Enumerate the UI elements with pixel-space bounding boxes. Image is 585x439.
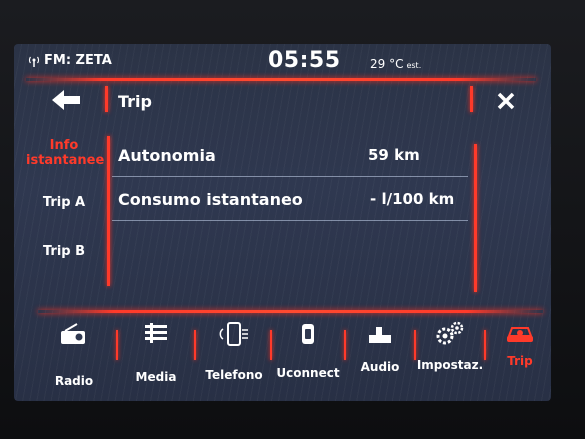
radio-status[interactable]: FM: ZETA [28, 53, 112, 68]
row-value-autonomia: 59 km [368, 146, 420, 164]
back-arrow-icon [52, 90, 80, 110]
antenna-icon [28, 56, 40, 67]
nav-label: Telefono [205, 368, 263, 382]
nav-label: Media [135, 370, 177, 384]
row-value-consumo: - l/100 km [370, 190, 455, 208]
nav-telefono[interactable]: Telefono [198, 318, 270, 398]
nav-label: Trip [507, 354, 533, 368]
nav-uconnect[interactable]: Uconnect [272, 318, 344, 398]
close-icon [497, 92, 515, 110]
nav-audio[interactable]: Audio [344, 318, 416, 398]
row-label-autonomia: Autonomia [118, 146, 216, 165]
status-divider [26, 78, 536, 81]
content-divider-right [474, 144, 477, 292]
nav-divider [38, 310, 543, 313]
nav-trip[interactable]: Trip [484, 318, 551, 398]
status-bar: FM: ZETA 05:55 29 °C est. [14, 44, 551, 78]
close-button[interactable] [493, 90, 519, 116]
temperature-note: est. [406, 61, 422, 70]
radio-station-label: FM: ZETA [44, 53, 112, 68]
nav-label: Uconnect [276, 366, 340, 380]
tab-trip-a[interactable]: Trip A [26, 195, 102, 210]
tab-trip-b[interactable]: Trip B [26, 244, 102, 259]
row-label-consumo: Consumo istantaneo [118, 190, 303, 209]
media-icon [145, 323, 167, 343]
nav-media[interactable]: Media [120, 318, 192, 398]
header-divider-right [470, 86, 473, 112]
clock: 05:55 [268, 48, 341, 73]
tab-label-line1: Info [49, 138, 79, 153]
page-title: Trip [118, 92, 152, 111]
nav-impostazioni[interactable]: Impostaz. [414, 318, 486, 398]
uconnect-icon [302, 324, 314, 344]
header-divider-left [105, 86, 108, 112]
row-divider [112, 176, 468, 177]
nav-label: Impostaz. [416, 358, 484, 372]
nav-radio[interactable]: Radio [38, 318, 110, 398]
tab-label: Trip A [42, 195, 86, 210]
settings-icon [436, 321, 464, 345]
nav-separator [116, 330, 118, 360]
row-divider [112, 220, 468, 221]
nav-separator [194, 330, 196, 360]
trip-car-icon [507, 327, 533, 342]
temperature-value: 29 °C [370, 57, 404, 71]
phone-icon [219, 322, 248, 346]
tab-info-istantanee[interactable]: Info istantanee [26, 138, 105, 168]
nav-label: Audio [360, 360, 400, 374]
radio-icon [61, 323, 85, 344]
nav-label: Radio [54, 374, 94, 388]
infotainment-screen: FM: ZETA 05:55 29 °C est. Trip Info istan… [14, 44, 551, 401]
audio-icon [369, 327, 391, 343]
tab-label: Trip B [42, 244, 86, 259]
content-divider-left [107, 136, 110, 286]
outside-temperature: 29 °C est. [370, 57, 421, 71]
tab-label-line2: istantanee [26, 153, 105, 168]
back-button[interactable] [52, 90, 86, 112]
